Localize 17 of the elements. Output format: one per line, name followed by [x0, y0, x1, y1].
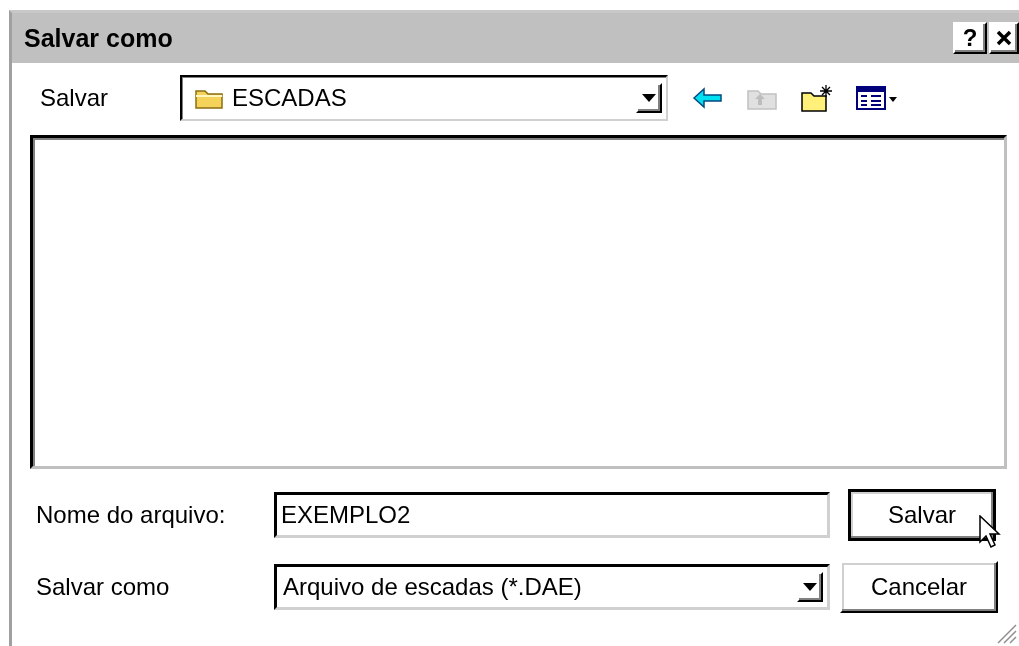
- back-arrow-icon[interactable]: [692, 87, 724, 109]
- help-button[interactable]: ?: [953, 22, 987, 54]
- save-in-label: Salvar: [40, 84, 110, 112]
- new-folder-icon[interactable]: [800, 83, 834, 113]
- file-name-label: Nome do arquivo:: [36, 501, 227, 529]
- file-name-field[interactable]: EXEMPLO2: [274, 492, 830, 538]
- save-button[interactable]: Salvar: [848, 489, 996, 541]
- cancel-button[interactable]: Cancelar: [840, 561, 998, 613]
- mouse-pointer-icon: [979, 515, 1001, 549]
- save-as-type-label: Salvar como: [36, 573, 171, 601]
- save-in-dropdown[interactable]: ESCADAS: [180, 75, 668, 121]
- view-menu-icon[interactable]: [856, 85, 900, 111]
- resize-grip-icon: [995, 622, 1017, 644]
- window-title: Salvar como: [24, 23, 174, 53]
- close-button[interactable]: [989, 22, 1019, 54]
- file-type-dropdown[interactable]: Arquivo de escadas (*.DAE): [274, 564, 830, 610]
- close-icon[interactable]: [995, 29, 1013, 47]
